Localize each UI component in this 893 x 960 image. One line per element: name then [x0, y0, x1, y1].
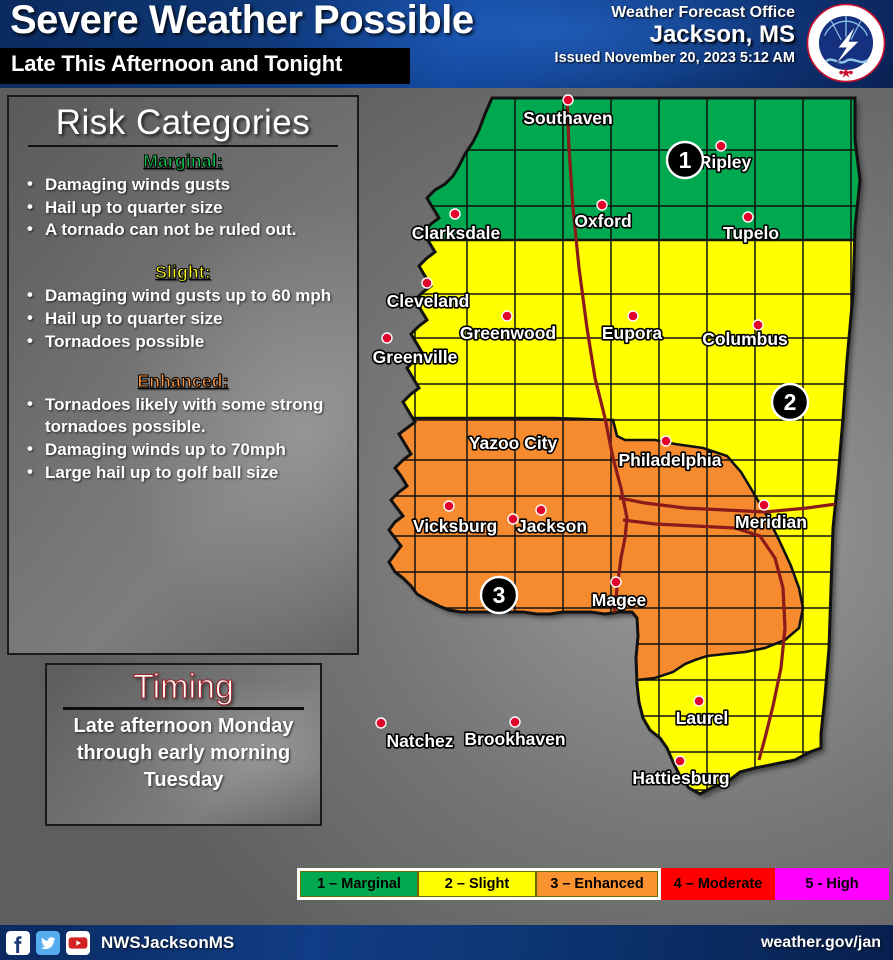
city-dot: [509, 716, 521, 728]
risk-marker-3: 3: [479, 575, 519, 615]
list-item: Large hail up to golf ball size: [23, 461, 347, 484]
page-title: Severe Weather Possible: [10, 0, 474, 42]
city-label-vicksburg: Vicksburg: [413, 516, 497, 536]
city-label-ripley: Ripley: [699, 152, 752, 172]
legend-item-enhanced[interactable]: 3 – Enhanced: [536, 871, 658, 897]
youtube-icon[interactable]: [66, 930, 90, 955]
list-item: Damaging wind gusts up to 60 mph: [23, 284, 347, 307]
city-label-greenwood: Greenwood: [460, 323, 556, 343]
office-info: Weather Forecast Office Jackson, MS Issu…: [555, 4, 795, 66]
list-item: Tornadoes likely with some strong tornad…: [23, 393, 347, 438]
city-label-greenville: Greenville: [373, 347, 458, 367]
risk-marker-2: 2: [770, 382, 810, 422]
city-dot: [421, 277, 433, 289]
risk-marker-3-label: 3: [493, 582, 506, 608]
city-dot: [449, 208, 461, 220]
mississippi-map-svg: Southaven Ripley Oxford Tupelo Clarksdal…: [371, 94, 862, 796]
city-dot: [758, 499, 770, 511]
city-label-brookhaven: Brookhaven: [464, 729, 565, 749]
city-label-eupora: Eupora: [602, 323, 663, 343]
office-label: Weather Forecast Office: [611, 4, 795, 21]
city-label-jackson: Jackson: [517, 516, 587, 536]
twitter-icon[interactable]: [36, 930, 60, 955]
city-dot: [715, 140, 727, 152]
city-dot: [627, 310, 639, 322]
facebook-icon[interactable]: [6, 930, 30, 955]
city-label-southaven: Southaven: [523, 108, 612, 128]
city-label-philadelphia: Philadelphia: [618, 450, 721, 470]
risk-marker-1-label: 1: [679, 147, 692, 173]
city-dot: [443, 500, 455, 512]
legend-item-marginal[interactable]: 1 – Marginal: [300, 871, 418, 897]
slight-bullet-list: Damaging wind gusts up to 60 mph Hail up…: [23, 284, 347, 353]
footer-handle: NWSJacksonMS: [101, 932, 235, 952]
legend-item-high[interactable]: 5 - High: [775, 868, 889, 900]
risk-categories-panel: Risk Categories Marginal: Damaging winds…: [7, 95, 359, 655]
category-heading-enhanced: Enhanced:: [137, 371, 229, 392]
list-item: Hail up to quarter size: [23, 307, 347, 330]
city-label-natchez: Natchez: [386, 731, 453, 751]
page-subtitle: Late This Afternoon and Tonight: [11, 51, 343, 76]
city-dot: [610, 576, 622, 588]
city-label-clarksdale: Clarksdale: [412, 223, 501, 243]
footer-bar: NWSJacksonMS weather.gov/jan: [0, 925, 893, 960]
category-heading-marginal: Marginal:: [143, 150, 223, 171]
risk-marker-2-label: 2: [784, 389, 797, 415]
header-banner: Severe Weather Possible Late This Aftern…: [0, 0, 893, 88]
city-label-meridian: Meridian: [735, 512, 807, 532]
marginal-bullet-list: Damaging winds gusts Hail up to quarter …: [23, 173, 347, 241]
list-item: Damaging winds gusts: [23, 173, 347, 196]
city-dot: [501, 310, 513, 322]
city-dot: [596, 199, 608, 211]
city-dot: [660, 435, 672, 447]
city-label-cleveland: Cleveland: [387, 291, 470, 311]
list-item: Hail up to quarter size: [23, 196, 347, 219]
city-dot: [693, 695, 705, 707]
timing-title: Timing: [133, 668, 235, 706]
issued-timestamp: Issued November 20, 2023 5:12 AM: [554, 50, 795, 66]
city-dot: [535, 504, 547, 516]
title-divider: [28, 144, 338, 147]
city-dot: [375, 717, 387, 729]
risk-map: Southaven Ripley Oxford Tupelo Clarksdal…: [355, 88, 893, 868]
list-item: A tornado can not be ruled out.: [23, 218, 347, 241]
list-item: Damaging winds up to 70mph: [23, 438, 347, 461]
list-item: Tornadoes possible: [23, 330, 347, 353]
city-dot: [562, 94, 574, 106]
city-dot: [381, 332, 393, 344]
city-label-yazoo-city: Yazoo City: [469, 433, 558, 453]
enhanced-bullet-list: Tornadoes likely with some strong tornad…: [23, 393, 347, 484]
city-label-tupelo: Tupelo: [723, 223, 779, 243]
category-heading-slight: Slight:: [155, 262, 212, 283]
risk-categories-title: Risk Categories: [55, 103, 311, 142]
city-label-columbus: Columbus: [702, 329, 788, 349]
city-dot: [674, 755, 686, 767]
footer-url[interactable]: weather.gov/jan: [761, 934, 881, 952]
timing-panel: Timing Late afternoon Monday through ear…: [45, 663, 322, 826]
city-label-laurel: Laurel: [676, 708, 729, 728]
nws-logo-icon: [806, 3, 886, 83]
city-label-hattiesburg: Hattiesburg: [632, 768, 729, 788]
legend-item-slight[interactable]: 2 – Slight: [418, 871, 536, 897]
legend-active-group: 1 – Marginal 2 – Slight 3 – Enhanced: [297, 868, 661, 900]
risk-legend: 1 – Marginal 2 – Slight 3 – Enhanced 4 –…: [297, 868, 893, 900]
timing-divider: [63, 706, 304, 710]
city-dot: [742, 211, 754, 223]
timing-text: Late afternoon Monday through early morn…: [73, 714, 294, 791]
legend-item-moderate[interactable]: 4 – Moderate: [661, 868, 775, 900]
risk-marker-1: 1: [665, 140, 705, 180]
city-label-oxford: Oxford: [574, 211, 631, 231]
city-label-magee: Magee: [592, 590, 647, 610]
office-name: Jackson, MS: [649, 21, 795, 48]
